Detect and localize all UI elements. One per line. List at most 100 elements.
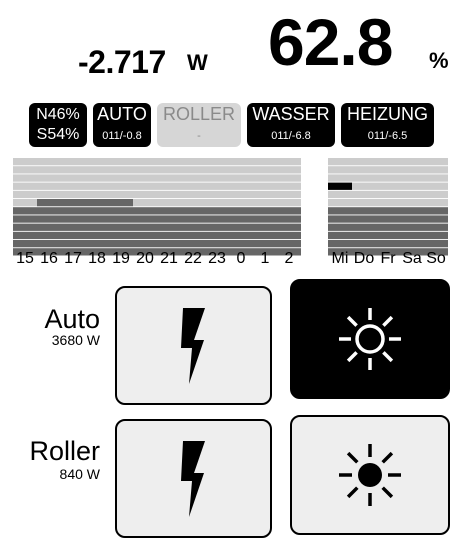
hourly-chart-segment — [157, 182, 181, 190]
hourly-chart-segment — [37, 207, 61, 215]
hourly-chart-segment — [181, 207, 205, 215]
daily-chart-segment — [328, 190, 352, 199]
daily-chart-segment — [424, 207, 448, 215]
hourly-chart-segment — [109, 231, 133, 240]
hourly-chart-segment — [277, 240, 301, 248]
auto-grid-power-button[interactable] — [115, 286, 272, 405]
daily-chart-tick-label: So — [426, 250, 446, 267]
hourly-chart-segment — [253, 240, 277, 248]
daily-chart-segment — [352, 166, 376, 174]
hourly-chart-segment — [109, 240, 133, 248]
hourly-chart-column — [109, 158, 133, 256]
hourly-chart-segment — [229, 158, 253, 166]
daily-chart-segment — [352, 190, 376, 199]
auto-badge-label: AUTO — [97, 104, 147, 124]
daily-chart-segment — [352, 182, 376, 190]
roller-status-badge[interactable]: ROLLER - — [157, 103, 241, 147]
wasser-status-badge[interactable]: WASSER 011/-6.8 — [247, 103, 335, 147]
daily-chart-segment — [328, 182, 352, 190]
hourly-chart-tick-label: 21 — [160, 250, 178, 267]
hourly-chart-column — [253, 158, 277, 256]
hourly-chart-segment — [133, 240, 157, 248]
daily-chart-segment — [400, 215, 424, 223]
hourly-chart-segment — [277, 182, 301, 190]
daily-chart-segment — [328, 215, 352, 223]
hourly-chart-segment — [133, 231, 157, 240]
hourly-chart-column — [157, 158, 181, 256]
wasser-badge-label: WASSER — [252, 104, 330, 124]
daily-chart-segment — [424, 199, 448, 207]
hourly-chart-segment — [61, 199, 85, 207]
daily-chart-segment — [328, 223, 352, 231]
hourly-chart-tick-label: 19 — [112, 250, 130, 267]
hourly-chart-segment — [85, 207, 109, 215]
hourly-chart-segment — [181, 190, 205, 199]
hourly-chart-segment — [85, 199, 109, 207]
daily-chart-segment — [328, 199, 352, 207]
hourly-chart-segment — [157, 199, 181, 207]
hourly-chart-segment — [133, 207, 157, 215]
hourly-chart-segment — [61, 231, 85, 240]
hourly-chart-column — [61, 158, 85, 256]
percent-unit: % — [429, 48, 449, 73]
daily-chart-segment — [328, 240, 352, 248]
daily-chart-segment — [376, 207, 400, 215]
hourly-chart-segment — [253, 207, 277, 215]
heizung-badge-label: HEIZUNG — [347, 104, 428, 124]
hourly-chart-segment — [157, 231, 181, 240]
hourly-chart-segment — [181, 158, 205, 166]
hourly-chart-segment — [85, 231, 109, 240]
daily-chart-segment — [376, 223, 400, 231]
hourly-chart-segment — [133, 182, 157, 190]
hourly-chart-segment — [109, 207, 133, 215]
hourly-chart-segment — [37, 223, 61, 231]
hourly-chart-segment — [13, 240, 37, 248]
hourly-chart-segment — [205, 199, 229, 207]
hourly-chart-column — [85, 158, 109, 256]
hourly-chart-column — [133, 158, 157, 256]
hourly-chart-segment — [61, 166, 85, 174]
auto-solar-power-button[interactable] — [290, 279, 450, 399]
daily-chart-segment — [424, 182, 448, 190]
hourly-chart-segment — [109, 190, 133, 199]
hourly-chart-segment — [37, 182, 61, 190]
hourly-chart-tick-label: 23 — [208, 250, 226, 267]
roller-badge-sub: - — [197, 130, 201, 142]
heizung-status-badge[interactable]: HEIZUNG 011/-6.5 — [341, 103, 434, 147]
daily-chart-segment — [376, 231, 400, 240]
sun-icon — [339, 308, 401, 370]
hourly-chart-segment — [253, 174, 277, 182]
hourly-chart-segment — [277, 231, 301, 240]
power-value: -2.717 — [78, 44, 166, 80]
hourly-chart-segment — [229, 240, 253, 248]
hourly-chart-segment — [181, 199, 205, 207]
hourly-chart-segment — [61, 240, 85, 248]
hourly-chart-segment — [229, 215, 253, 223]
hourly-chart-segment — [253, 223, 277, 231]
battery-percentage: 62.8 — [268, 5, 393, 79]
hourly-chart-segment — [85, 215, 109, 223]
hourly-chart-segment — [133, 223, 157, 231]
hourly-chart-segment — [13, 207, 37, 215]
daily-chart-segment — [400, 199, 424, 207]
daily-chart-segment — [376, 182, 400, 190]
hourly-chart-segment — [85, 182, 109, 190]
roller-grid-power-button[interactable] — [115, 419, 272, 538]
hourly-chart-segment — [205, 174, 229, 182]
daily-chart-column — [424, 158, 448, 256]
hourly-chart-segment — [229, 166, 253, 174]
daily-chart-tick-label: Do — [353, 250, 375, 267]
auto-status-badge[interactable]: AUTO 011/-0.8 — [93, 103, 151, 147]
hourly-chart-segment — [37, 240, 61, 248]
daily-chart-segment — [352, 174, 376, 182]
daily-chart-segment — [424, 174, 448, 182]
lightning-icon — [180, 307, 205, 384]
hourly-chart-tick-label: 18 — [88, 250, 106, 267]
hourly-chart-tick-label: 16 — [40, 250, 58, 267]
hourly-chart-segment — [277, 215, 301, 223]
hourly-chart-segment — [85, 223, 109, 231]
hourly-chart-segment — [109, 174, 133, 182]
daily-chart-segment — [328, 166, 352, 174]
hourly-chart-segment — [85, 174, 109, 182]
roller-solar-power-button[interactable] — [290, 415, 450, 535]
